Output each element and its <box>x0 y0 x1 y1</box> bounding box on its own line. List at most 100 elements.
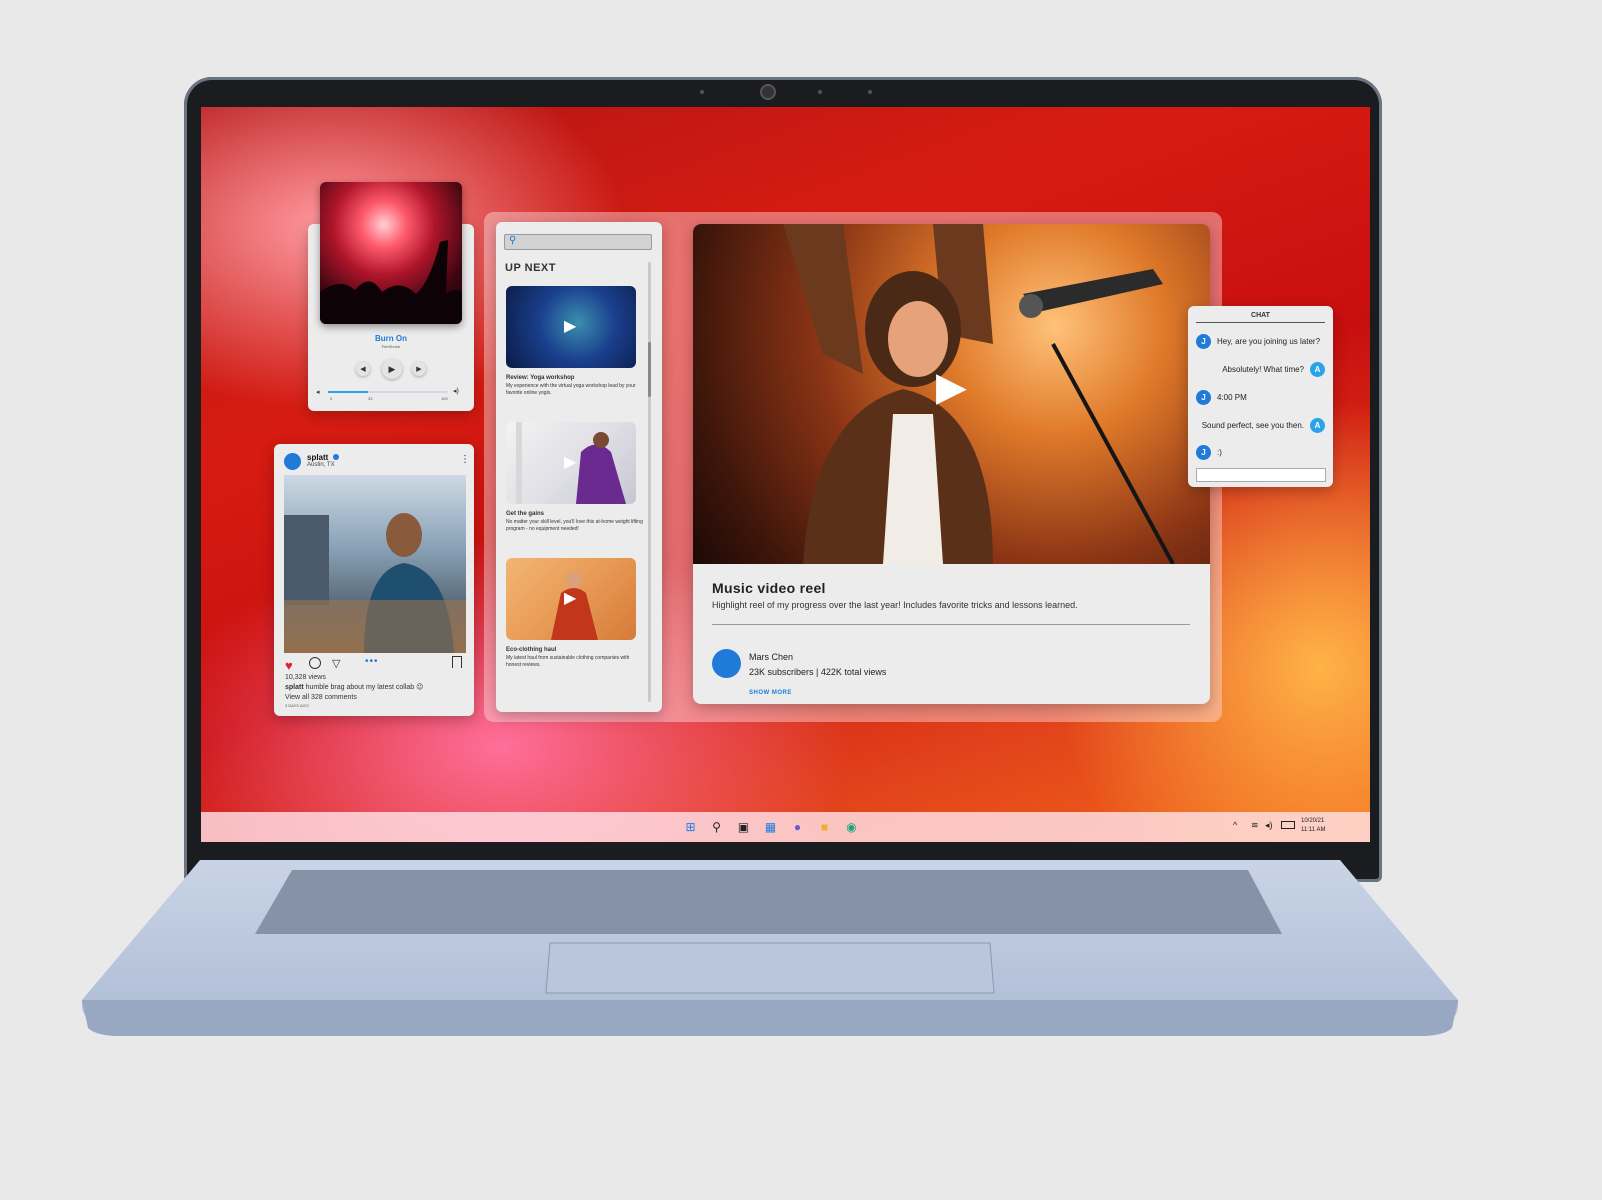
search-icon: ⚲ <box>509 235 517 246</box>
post-photo[interactable] <box>284 475 466 653</box>
list-item[interactable]: ▶ Review: Yoga workshop My experience wi… <box>506 286 636 397</box>
video-frame[interactable]: ▶ <box>693 224 1210 564</box>
desktop-wallpaper: Burn On FireShrine ◀ ▶ ▶ ◂ ◂) 0 33 100 s… <box>201 107 1370 842</box>
avatar: A <box>1310 417 1325 433</box>
caption-text: humble brag about my latest collab 😉 <box>305 684 424 691</box>
video-title: Music video reel <box>712 580 826 596</box>
social-post-widget[interactable]: splatt Austin, TX ⋮ ♥ ▽ ••• 10,328 views… <box>274 444 474 716</box>
video-thumbnail[interactable]: ▶ <box>506 558 636 640</box>
chat-message: Absolutely! What time? A <box>1196 358 1325 380</box>
share-icon[interactable]: ▽ <box>332 657 340 670</box>
keyboard <box>292 871 1292 933</box>
edge-browser-icon[interactable]: ◉ <box>844 819 859 834</box>
time-end: 100 <box>441 396 448 401</box>
volume-icon[interactable]: ◂) <box>1265 820 1273 831</box>
search-input[interactable]: ⚲ <box>504 234 652 250</box>
view-count: 10,328 views <box>285 674 326 681</box>
volume-down-icon[interactable]: ◂ <box>316 388 320 396</box>
post-location: Austin, TX <box>307 462 335 468</box>
chat-message: J:) <box>1196 441 1325 463</box>
task-view-icon[interactable]: ▣ <box>736 819 751 834</box>
play-icon[interactable]: ▶ <box>564 452 576 472</box>
scrollbar-thumb[interactable] <box>648 342 651 397</box>
concert-crowd-image <box>320 240 462 324</box>
comment-icon[interactable] <box>309 657 321 669</box>
file-explorer-icon[interactable]: ■ <box>817 819 832 834</box>
item-title[interactable]: Get the gains <box>506 511 644 517</box>
sensor-dot <box>868 90 872 94</box>
heart-icon[interactable]: ♥ <box>285 658 293 673</box>
time-current: 33 <box>368 396 373 401</box>
up-next-panel: ⚲ UP NEXT ▶ Review: Yoga workshop My exp… <box>496 222 662 712</box>
message-text: Hey, are you joining us later? <box>1217 336 1321 346</box>
up-next-heading: UP NEXT <box>505 262 556 274</box>
play-icon[interactable]: ▶ <box>936 364 967 410</box>
scrollbar[interactable] <box>648 262 651 702</box>
play-icon[interactable]: ▶ <box>382 359 402 379</box>
item-description: My latest haul from sustainable clothing… <box>506 655 630 668</box>
song-title: Burn On <box>375 334 407 343</box>
channel-name[interactable]: Mars Chen <box>749 652 793 662</box>
album-art <box>320 182 462 324</box>
webcam <box>760 84 776 100</box>
volume-up-icon[interactable]: ◂) <box>453 387 459 395</box>
play-icon[interactable]: ▶ <box>564 588 576 608</box>
taskbar-date[interactable]: 10/20/21 <box>1301 818 1324 824</box>
sensor-dot <box>700 90 704 94</box>
chevron-up-icon[interactable]: ^ <box>1233 820 1237 830</box>
post-age: 3 DAYS AGO <box>285 703 309 708</box>
next-icon[interactable]: ▶ <box>412 362 426 376</box>
search-icon[interactable]: ⚲ <box>709 819 724 834</box>
progress-fill <box>328 391 368 393</box>
chat-app-icon[interactable]: ● <box>790 819 805 834</box>
bookmark-icon[interactable] <box>452 656 462 668</box>
video-thumbnail[interactable]: ▶ <box>506 422 636 504</box>
wifi-icon[interactable]: ≋ <box>1251 820 1259 831</box>
music-player-widget[interactable]: Burn On FireShrine ◀ ▶ ▶ ◂ ◂) 0 33 100 <box>308 182 474 411</box>
post-username[interactable]: splatt <box>307 453 328 462</box>
avatar: J <box>1196 444 1211 460</box>
video-thumbnail[interactable]: ▶ <box>506 286 636 368</box>
item-description: No matter your skill level, you'll love … <box>506 519 643 532</box>
channel-stats: 23K subscribers | 422K total views <box>749 667 887 677</box>
touchpad[interactable] <box>546 944 986 994</box>
chat-heading: CHAT <box>1251 312 1270 319</box>
message-text: Sound perfect, see you then. <box>1201 420 1304 430</box>
message-text: :) <box>1217 447 1222 457</box>
item-title[interactable]: Eco-clothing haul <box>506 647 636 653</box>
show-more-button[interactable]: SHOW MORE <box>749 690 792 696</box>
play-icon[interactable]: ▶ <box>564 316 576 336</box>
verified-icon <box>333 454 339 460</box>
avatar: J <box>1196 389 1211 405</box>
widgets-icon[interactable]: ▦ <box>763 819 778 834</box>
sensor-dot <box>818 90 822 94</box>
divider <box>1196 322 1325 323</box>
more-options-icon[interactable]: ⋮ <box>460 454 470 465</box>
message-text: Absolutely! What time? <box>1222 364 1304 374</box>
list-item[interactable]: ▶ Get the gains No matter your skill lev… <box>506 422 644 533</box>
man-portrait-image <box>284 513 466 653</box>
channel-avatar[interactable] <box>712 649 741 678</box>
avatar: A <box>1310 361 1325 377</box>
taskbar-time[interactable]: 11:11 AM <box>1301 827 1325 833</box>
video-player-card: ▶ Music video reel Highlight reel of my … <box>693 224 1210 704</box>
list-item[interactable]: ▶ Eco-clothing haul My latest haul from … <box>506 558 636 669</box>
chat-message: Sound perfect, see you then. A <box>1196 414 1325 436</box>
start-menu-icon[interactable]: ⊞ <box>683 819 698 834</box>
chat-input[interactable] <box>1196 468 1326 482</box>
chat-message: J 4:00 PM <box>1196 386 1325 408</box>
previous-icon[interactable]: ◀ <box>356 362 370 376</box>
item-description: My experience with the virtual yoga work… <box>506 383 636 396</box>
battery-icon[interactable] <box>1281 821 1295 829</box>
caption-username[interactable]: splatt <box>285 684 304 691</box>
divider <box>712 624 1190 625</box>
artist-name: FireShrine <box>381 344 401 349</box>
avatar[interactable] <box>284 453 301 470</box>
progress-track[interactable] <box>328 391 448 393</box>
chat-widget: CHAT J Hey, are you joining us later? Abs… <box>1188 306 1333 487</box>
item-title[interactable]: Review: Yoga workshop <box>506 375 636 381</box>
video-description: Highlight reel of my progress over the l… <box>712 600 1078 610</box>
avatar: J <box>1196 333 1211 349</box>
view-comments-link[interactable]: View all 328 comments <box>285 693 357 702</box>
time-start: 0 <box>330 396 333 401</box>
